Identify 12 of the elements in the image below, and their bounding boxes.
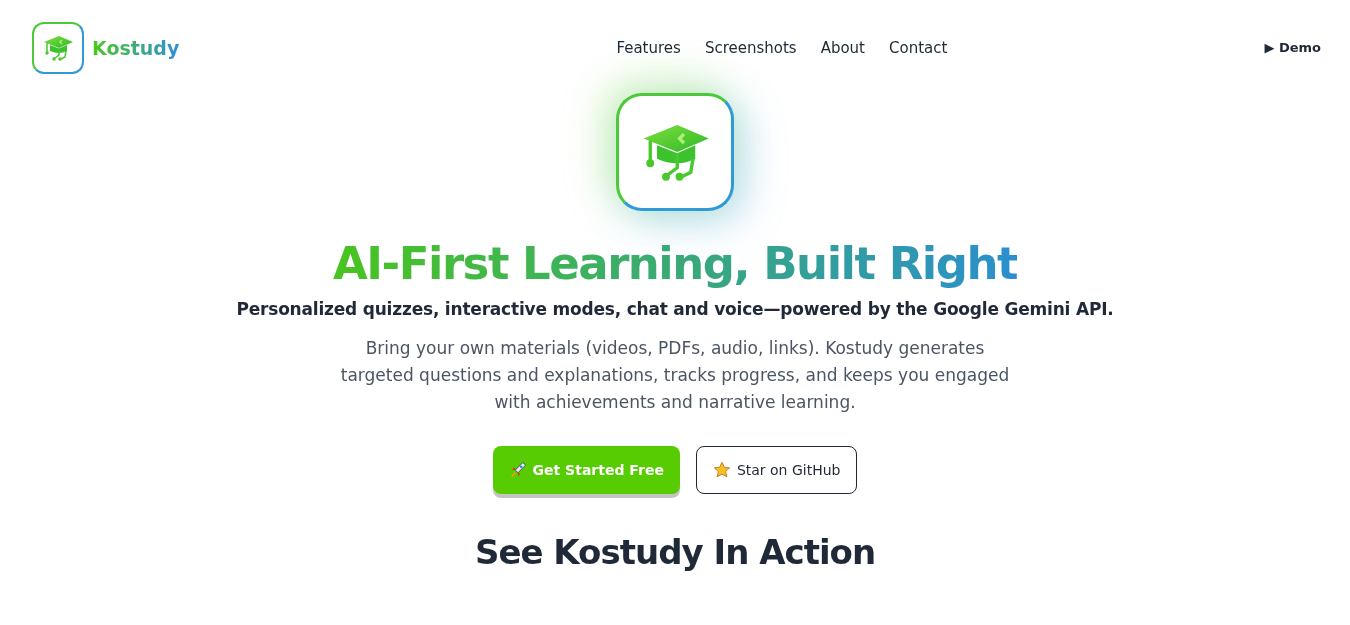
github-star-button[interactable]: Star on GitHub (695, 445, 858, 494)
nav-link[interactable]: About (820, 38, 865, 57)
demo-link[interactable]: ▶ Demo (1264, 40, 1321, 55)
nav-link[interactable]: Contact (889, 38, 948, 57)
section-title: See Kostudy In Action (474, 531, 876, 572)
hero-description: Bring your own materials (videos, PDFs, audio, links). Kostudy generates targeted questions and explanations, tracks progress, and keeps you engaged with achievements and narrative learning. (339, 336, 1011, 414)
hero-subtitle: Personalized quizzes, interactive modes, chat and voice—powered by the Google Gemini API. (236, 298, 1114, 319)
nav-link[interactable]: Screenshots (704, 38, 797, 57)
star-icon (712, 460, 731, 479)
rocket-icon (508, 460, 527, 479)
nav-link[interactable]: Features (616, 38, 681, 57)
app-logo[interactable] (32, 21, 84, 74)
